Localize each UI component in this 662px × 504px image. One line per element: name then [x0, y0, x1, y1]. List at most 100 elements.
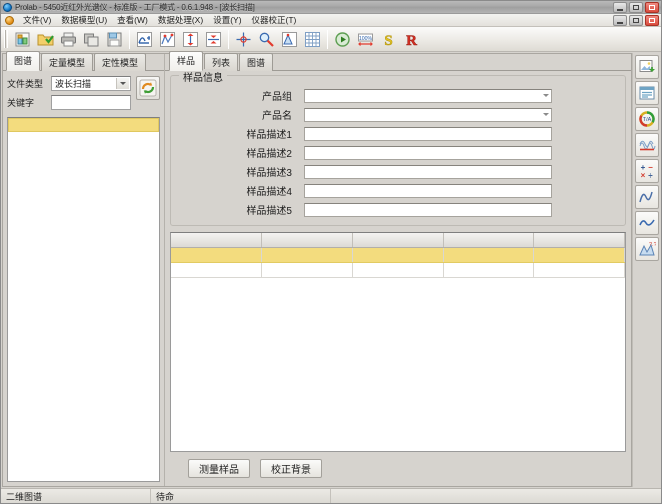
- product-name-select[interactable]: [304, 108, 552, 122]
- save-icon[interactable]: [104, 29, 125, 50]
- window-title: Prolab - 5450近红外光谱仪 - 标准版 - 工厂模式 - 0.6.1…: [15, 2, 255, 13]
- math-operations-icon[interactable]: + − × ÷: [635, 159, 659, 183]
- window-minimize-button[interactable]: [613, 2, 627, 13]
- table-cell[interactable]: [352, 262, 443, 277]
- peak-area-icon[interactable]: [279, 29, 300, 50]
- open-folder-icon[interactable]: [35, 29, 56, 50]
- sample-desc-2-row: 样品描述2: [179, 145, 617, 160]
- calibrate-background-button[interactable]: 校正背景: [260, 459, 322, 478]
- tab-spectrum[interactable]: 图谱: [239, 53, 273, 71]
- list-item[interactable]: [8, 118, 159, 132]
- main-body: 图谱 定量模型 定性模型 文件类型 波长扫描: [1, 52, 661, 488]
- menu-item-data-processing[interactable]: 数据处理(X): [153, 13, 208, 27]
- table-cell[interactable]: [534, 262, 625, 277]
- table-cell[interactable]: [534, 247, 625, 262]
- baseline-icon[interactable]: [134, 29, 155, 50]
- tab-spectra[interactable]: 图谱: [6, 51, 40, 71]
- image-export-icon[interactable]: [635, 55, 659, 79]
- keyword-label: 关键字: [7, 96, 51, 109]
- sample-desc-1-input[interactable]: [304, 127, 552, 141]
- app-globe-icon: [3, 3, 12, 12]
- play-scan-icon[interactable]: [332, 29, 353, 50]
- sample-desc-5-input[interactable]: [304, 203, 552, 217]
- sample-desc-3-input[interactable]: [304, 165, 552, 179]
- table-row[interactable]: [171, 262, 625, 277]
- refresh-icon[interactable]: [136, 76, 160, 100]
- overlay-spectra-icon[interactable]: [635, 133, 659, 157]
- transmittance-absorbance-icon[interactable]: T/A: [635, 107, 659, 131]
- table-cell[interactable]: [352, 247, 443, 262]
- table-cell[interactable]: [171, 247, 262, 262]
- smooth-curve-icon[interactable]: [635, 185, 659, 209]
- keyword-input[interactable]: [51, 95, 131, 110]
- table-cell[interactable]: [443, 262, 534, 277]
- window-maximize-button[interactable]: [629, 2, 643, 13]
- right-panel-tabs: 样品 列表 图谱: [165, 54, 631, 71]
- column-header[interactable]: [352, 233, 443, 247]
- chevron-down-icon[interactable]: [116, 78, 129, 89]
- compress-vertical-icon[interactable]: [203, 29, 224, 50]
- action-buttons: 测量样品 校正背景: [170, 452, 626, 486]
- column-header[interactable]: [262, 233, 353, 247]
- column-header[interactable]: [534, 233, 625, 247]
- file-type-select[interactable]: 波长扫描: [51, 76, 131, 91]
- tab-qualitative-model[interactable]: 定性模型: [94, 53, 146, 71]
- copy-icon[interactable]: [81, 29, 102, 50]
- sample-desc-2-input[interactable]: [304, 146, 552, 160]
- print-icon[interactable]: [58, 29, 79, 50]
- table-cell[interactable]: [171, 262, 262, 277]
- menu-item-file[interactable]: 文件(V): [18, 13, 56, 27]
- svg-text:S: S: [384, 33, 392, 48]
- sample-desc-3-row: 样品描述3: [179, 164, 617, 179]
- menu-item-settings[interactable]: 设置(Y): [208, 13, 246, 27]
- column-header[interactable]: [171, 233, 262, 247]
- toolbar-grip[interactable]: [4, 30, 8, 48]
- sample-data-grid[interactable]: [170, 232, 626, 452]
- column-header[interactable]: [443, 233, 534, 247]
- chevron-down-icon: [540, 109, 551, 121]
- svg-text:100%: 100%: [359, 36, 373, 42]
- derivative-curve-icon[interactable]: [635, 211, 659, 235]
- filter-box: 文件类型 波长扫描 关键字: [3, 71, 164, 117]
- application-window: Prolab - 5450近红外光谱仪 - 标准版 - 工厂模式 - 0.6.1…: [0, 0, 662, 504]
- mdi-close-button[interactable]: [645, 15, 659, 26]
- sample-desc-4-input[interactable]: [304, 184, 552, 198]
- crosshair-icon[interactable]: [233, 29, 254, 50]
- file-type-value: 波长扫描: [52, 77, 91, 90]
- file-type-label: 文件类型: [7, 77, 51, 90]
- mdi-maximize-button[interactable]: [629, 15, 643, 26]
- status-state: 待命: [151, 489, 331, 503]
- sample-desc-4-label: 样品描述4: [179, 183, 304, 198]
- report-window-icon[interactable]: [635, 81, 659, 105]
- sample-desc-5-label: 样品描述5: [179, 202, 304, 217]
- new-experiment-icon[interactable]: [12, 29, 33, 50]
- list-item[interactable]: [8, 132, 159, 146]
- window-close-button[interactable]: [645, 2, 659, 13]
- spectra-list[interactable]: [7, 117, 160, 482]
- scale-100-icon[interactable]: 100%: [355, 29, 376, 50]
- table-row[interactable]: [171, 247, 625, 262]
- keyword-row: 关键字: [7, 95, 131, 110]
- product-group-label: 产品组: [179, 88, 304, 103]
- spectrum-s-icon[interactable]: S: [378, 29, 399, 50]
- table-cell[interactable]: [262, 262, 353, 277]
- menu-item-view[interactable]: 查看(W): [112, 13, 153, 27]
- toolbar-separator: [228, 30, 229, 49]
- tab-quantitative-model[interactable]: 定量模型: [41, 53, 93, 71]
- mdi-minimize-button[interactable]: [613, 15, 627, 26]
- peak-label-icon[interactable]: ?.?: [635, 237, 659, 261]
- data-table: [171, 233, 625, 278]
- product-group-select[interactable]: [304, 89, 552, 103]
- menu-item-data-model[interactable]: 数据模型(U): [56, 13, 112, 27]
- measure-sample-button[interactable]: 测量样品: [188, 459, 250, 478]
- table-cell[interactable]: [262, 247, 353, 262]
- expand-vertical-icon[interactable]: [180, 29, 201, 50]
- tab-sample[interactable]: 样品: [169, 51, 203, 71]
- table-cell[interactable]: [443, 247, 534, 262]
- menu-item-instrument-calibration[interactable]: 仪器校正(T): [247, 13, 302, 27]
- peak-pick-icon[interactable]: [157, 29, 178, 50]
- spectrum-r-icon[interactable]: R: [401, 29, 422, 50]
- sample-desc-4-row: 样品描述4: [179, 183, 617, 198]
- zoom-icon[interactable]: [256, 29, 277, 50]
- grid-icon[interactable]: [302, 29, 323, 50]
